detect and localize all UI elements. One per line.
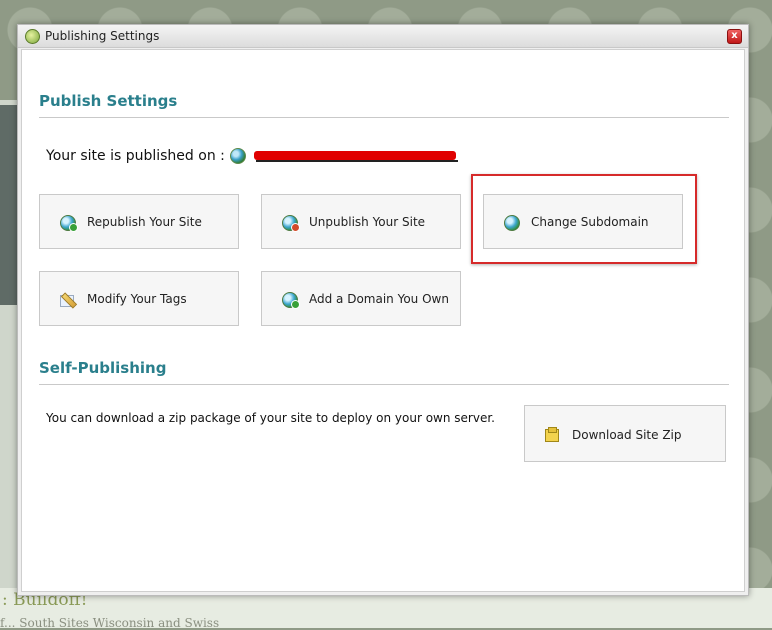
republish-site-label: Republish Your Site — [87, 215, 202, 229]
add-domain-label: Add a Domain You Own — [309, 292, 449, 306]
modify-tags-button[interactable]: Modify Your Tags — [39, 271, 239, 326]
divider — [39, 117, 729, 118]
globe-add-icon — [282, 292, 300, 309]
divider — [39, 384, 729, 385]
self-publishing-description: You can download a zip package of your s… — [46, 411, 495, 425]
globe-remove-icon — [282, 215, 300, 232]
zip-package-icon — [545, 427, 559, 442]
close-button[interactable]: x — [727, 29, 742, 44]
published-on-label: Your site is published on : — [46, 148, 225, 164]
dialog-titlebar[interactable]: Publishing Settings x — [18, 25, 748, 48]
modify-tags-label: Modify Your Tags — [87, 292, 187, 306]
add-domain-button[interactable]: Add a Domain You Own — [261, 271, 461, 326]
republish-site-button[interactable]: Republish Your Site — [39, 194, 239, 249]
redacted-site-url — [254, 151, 456, 160]
publish-settings-heading: Publish Settings — [39, 92, 178, 110]
publishing-settings-dialog: Publishing Settings x Publish Settings Y… — [17, 24, 749, 596]
unpublish-site-label: Unpublish Your Site — [309, 215, 426, 229]
unpublish-site-button[interactable]: Unpublish Your Site — [261, 194, 461, 249]
redacted-underline — [256, 160, 458, 162]
close-icon: x — [731, 30, 738, 41]
dialog-content: Publish Settings Your site is published … — [21, 49, 745, 592]
tag-edit-icon — [60, 292, 78, 309]
highlight-annotation — [471, 174, 697, 264]
globe-icon — [25, 29, 40, 44]
dialog-title: Publishing Settings — [45, 29, 160, 43]
self-publishing-heading: Self-Publishing — [39, 359, 167, 377]
download-site-zip-button[interactable]: Download Site Zip — [524, 405, 726, 462]
download-site-zip-label: Download Site Zip — [572, 428, 682, 442]
globe-icon — [230, 148, 246, 164]
globe-refresh-icon — [60, 215, 78, 232]
